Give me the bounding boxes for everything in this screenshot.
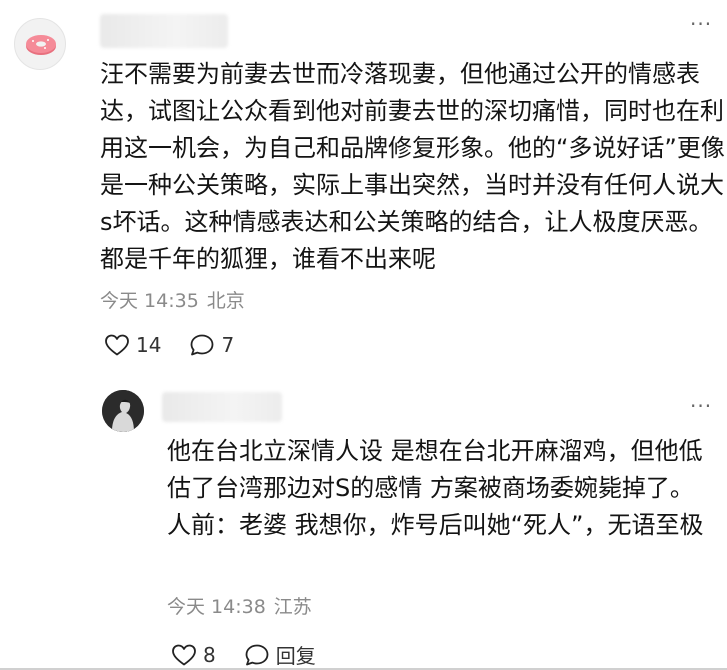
comment-meta: 今天 14:38 江苏 <box>167 596 312 618</box>
comment-location: 北京 <box>206 290 245 312</box>
comment-actions: 8 回复 <box>171 640 344 669</box>
like-count: 14 <box>136 333 162 357</box>
comment-text: 汪不需要为前妻去世而冷落现妻，但他通过公开的情感表达，试图让公众看到他对前妻去世… <box>100 60 725 273</box>
heart-icon <box>172 644 196 665</box>
like-button[interactable]: 14 <box>104 333 161 357</box>
heart-icon <box>105 334 129 356</box>
donut-avatar-icon <box>26 35 56 55</box>
reply-label: 回复 <box>275 644 316 668</box>
comment-bubble-icon <box>191 334 214 356</box>
reply-button[interactable]: 7 <box>189 333 234 357</box>
more-options-icon[interactable]: ··· <box>690 14 712 34</box>
comment-time: 今天 14:38 <box>167 596 266 618</box>
like-count: 8 <box>203 642 216 667</box>
username-blurred[interactable] <box>162 392 282 422</box>
user-avatar[interactable] <box>102 390 144 432</box>
reply-button[interactable]: 回复 <box>244 640 316 669</box>
like-button[interactable]: 8 <box>171 643 216 667</box>
comment-actions: 14 7 <box>104 333 262 357</box>
comment-meta: 今天 14:35 北京 <box>100 290 245 312</box>
user-avatar[interactable] <box>14 18 66 70</box>
person-avatar-icon <box>102 390 144 432</box>
comment-location: 江苏 <box>273 596 312 618</box>
comment-bubble-icon <box>245 644 269 665</box>
username-blurred[interactable] <box>100 14 228 48</box>
more-options-icon[interactable]: ··· <box>690 396 712 416</box>
comment-time: 今天 14:35 <box>100 290 199 312</box>
reply-count: 7 <box>221 333 235 357</box>
comment-text: 他在台北立深情人设 是想在台北开麻溜鸡，但他低估了台湾那边对S的感情 方案被商场… <box>167 437 704 539</box>
